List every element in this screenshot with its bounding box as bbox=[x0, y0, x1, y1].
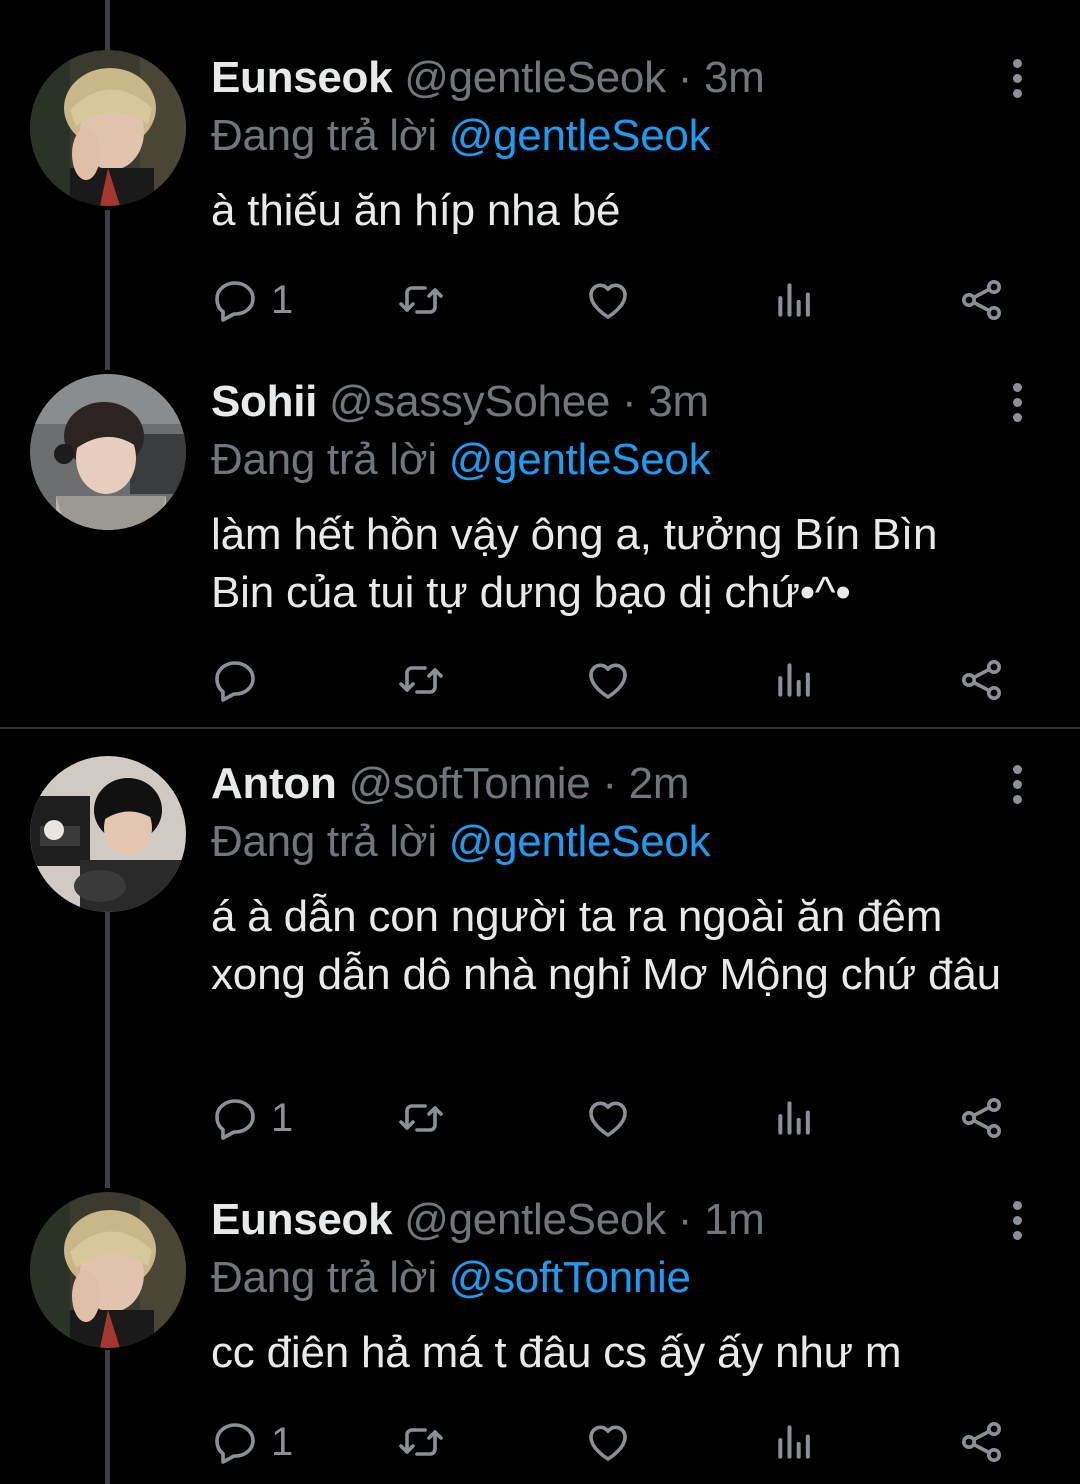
reply-icon bbox=[215, 661, 255, 702]
like-button[interactable] bbox=[584, 270, 632, 330]
tweet[interactable]: Sohii @sassySohee · 3m Đang trả lời @gen… bbox=[0, 374, 1080, 704]
user-handle[interactable]: @sassySohee bbox=[329, 377, 610, 426]
tweet[interactable]: Eunseok @gentleSeok · 1m Đang trả lời @s… bbox=[0, 1192, 1080, 1482]
tweet-text: á à dẫn con người ta ra ngoài ăn đêm xon… bbox=[211, 892, 1001, 999]
tweet-header: Sohii @sassySohee · 3m bbox=[211, 374, 1011, 430]
reply-to-handle[interactable]: @gentleSeok bbox=[449, 111, 711, 160]
views-button[interactable] bbox=[773, 1088, 817, 1148]
reply-context: Đang trả lời @gentleSeok bbox=[211, 814, 1011, 870]
more-icon[interactable] bbox=[997, 50, 1037, 106]
reply-prefix: Đang trả lời bbox=[211, 1253, 437, 1302]
timestamp[interactable]: · 1m bbox=[678, 1195, 765, 1244]
reply-button[interactable]: 1 bbox=[211, 270, 293, 330]
views-button[interactable] bbox=[773, 1412, 817, 1472]
thread-separator bbox=[0, 727, 1080, 729]
tweet-header: Eunseok @gentleSeok · 1m bbox=[211, 1192, 1011, 1248]
reply-count: 1 bbox=[271, 1419, 294, 1464]
tweet-body: Sohii @sassySohee · 3m Đang trả lời @gen… bbox=[211, 374, 1011, 622]
reply-count: 1 bbox=[271, 1095, 294, 1140]
user-handle[interactable]: @gentleSeok bbox=[404, 1195, 666, 1244]
tweet-body: Eunseok @gentleSeok · 1m Đang trả lời @s… bbox=[211, 1192, 1011, 1382]
action-bar: 1 bbox=[211, 1088, 1031, 1148]
reply-prefix: Đang trả lời bbox=[211, 111, 437, 160]
like-button[interactable] bbox=[584, 650, 632, 710]
like-icon bbox=[589, 283, 627, 319]
more-icon[interactable] bbox=[997, 1192, 1037, 1248]
views-icon bbox=[778, 1101, 810, 1135]
reply-prefix: Đang trả lời bbox=[211, 817, 437, 866]
views-icon bbox=[778, 663, 810, 697]
reply-to-handle[interactable]: @gentleSeok bbox=[449, 435, 711, 484]
avatar[interactable] bbox=[30, 756, 186, 912]
tweet[interactable]: Eunseok @gentleSeok · 3m Đang trả lời @g… bbox=[0, 50, 1080, 340]
retweet-icon bbox=[399, 666, 443, 694]
like-icon bbox=[589, 1425, 627, 1461]
retweet-button[interactable] bbox=[396, 270, 446, 330]
retweet-button[interactable] bbox=[396, 1088, 446, 1148]
action-bar bbox=[211, 650, 1031, 710]
like-button[interactable] bbox=[584, 1088, 632, 1148]
reply-feed: Eunseok @gentleSeok · 3m Đang trả lời @g… bbox=[0, 0, 1080, 1484]
display-name[interactable]: Eunseok bbox=[211, 1195, 393, 1244]
views-button[interactable] bbox=[773, 650, 817, 710]
tweet-body: Eunseok @gentleSeok · 3m Đang trả lời @g… bbox=[211, 50, 1011, 240]
retweet-icon bbox=[399, 1104, 443, 1132]
share-icon bbox=[962, 1422, 1001, 1462]
views-button[interactable] bbox=[773, 270, 817, 330]
timestamp[interactable]: · 2m bbox=[602, 759, 689, 808]
tweet-body: Anton @softTonnie · 2m Đang trả lời @gen… bbox=[211, 756, 1011, 1004]
thread-line bbox=[105, 0, 110, 52]
share-button[interactable] bbox=[958, 650, 1006, 710]
reply-button[interactable] bbox=[211, 650, 271, 710]
share-button[interactable] bbox=[958, 1088, 1006, 1148]
share-button[interactable] bbox=[958, 1412, 1006, 1472]
avatar[interactable] bbox=[30, 374, 186, 530]
action-bar: 1 bbox=[211, 1412, 1031, 1472]
reply-prefix: Đang trả lời bbox=[211, 435, 437, 484]
share-button[interactable] bbox=[958, 270, 1006, 330]
reply-context: Đang trả lời @gentleSeok bbox=[211, 432, 1011, 488]
reply-button[interactable]: 1 bbox=[211, 1088, 293, 1148]
avatar[interactable] bbox=[30, 50, 186, 206]
reply-context: Đang trả lời @softTonnie bbox=[211, 1250, 1011, 1306]
reply-count: 1 bbox=[271, 277, 294, 322]
display-name[interactable]: Anton bbox=[211, 759, 337, 808]
reply-icon bbox=[215, 1099, 255, 1140]
reply-context: Đang trả lời @gentleSeok bbox=[211, 108, 1011, 164]
reply-icon bbox=[215, 281, 255, 322]
more-icon[interactable] bbox=[997, 756, 1037, 812]
reply-to-handle[interactable]: @softTonnie bbox=[449, 1253, 691, 1302]
retweet-button[interactable] bbox=[396, 650, 446, 710]
more-icon[interactable] bbox=[997, 374, 1037, 430]
tweet-header: Eunseok @gentleSeok · 3m bbox=[211, 50, 1011, 106]
like-button[interactable] bbox=[584, 1412, 632, 1472]
reply-to-handle[interactable]: @gentleSeok bbox=[449, 817, 711, 866]
share-icon bbox=[962, 1098, 1001, 1138]
retweet-icon bbox=[399, 286, 443, 314]
tweet-header: Anton @softTonnie · 2m bbox=[211, 756, 1011, 812]
tweet-text: làm hết hồn vậy ông a, tưởng Bín Bìn Bin… bbox=[211, 510, 938, 617]
like-icon bbox=[589, 1101, 627, 1137]
action-bar: 1 bbox=[211, 270, 1031, 330]
tweet-text: à thiếu ăn híp nha bé bbox=[211, 186, 621, 235]
retweet-button[interactable] bbox=[396, 1412, 446, 1472]
share-icon bbox=[962, 660, 1001, 700]
user-handle[interactable]: @gentleSeok bbox=[404, 53, 666, 102]
display-name[interactable]: Eunseok bbox=[211, 53, 393, 102]
reply-button[interactable]: 1 bbox=[211, 1412, 293, 1472]
retweet-icon bbox=[399, 1428, 443, 1456]
share-icon bbox=[962, 280, 1001, 320]
display-name[interactable]: Sohii bbox=[211, 377, 317, 426]
tweet-text: cc điên hả má t đâu cs ấy ấy như m bbox=[211, 1328, 902, 1377]
timestamp[interactable]: · 3m bbox=[622, 377, 709, 426]
user-handle[interactable]: @softTonnie bbox=[349, 759, 591, 808]
views-icon bbox=[778, 1425, 810, 1459]
like-icon bbox=[589, 663, 627, 699]
views-icon bbox=[778, 283, 810, 317]
timestamp[interactable]: · 3m bbox=[678, 53, 765, 102]
reply-icon bbox=[215, 1423, 255, 1464]
avatar[interactable] bbox=[30, 1192, 186, 1348]
tweet[interactable]: Anton @softTonnie · 2m Đang trả lời @gen… bbox=[0, 756, 1080, 1146]
